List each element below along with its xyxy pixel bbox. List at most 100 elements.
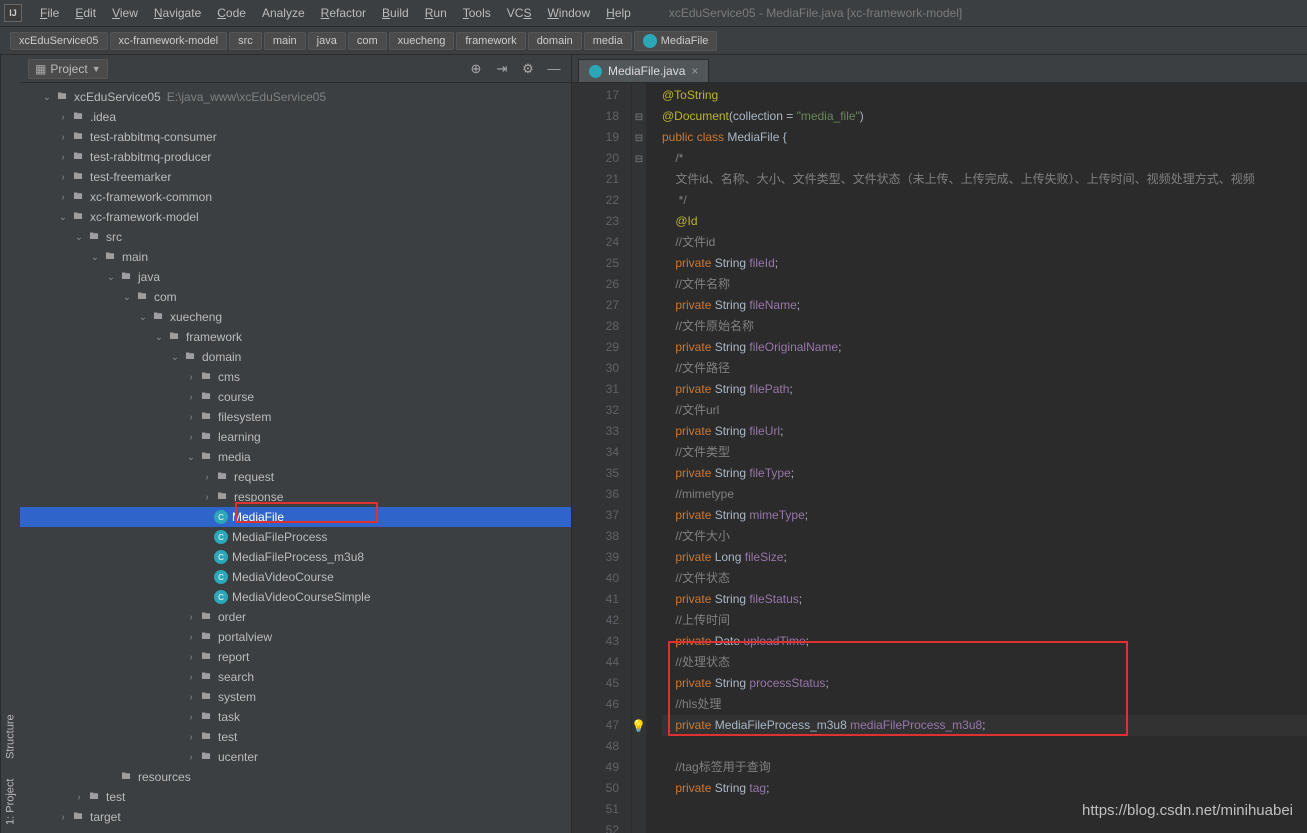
code-line[interactable]: /* — [662, 148, 1307, 169]
breadcrumb-item[interactable]: xcEduService05 — [10, 32, 108, 50]
menu-edit[interactable]: Edit — [67, 6, 104, 20]
bulb-icon[interactable]: 💡 — [631, 716, 646, 737]
code-line[interactable]: 文件id、名称、大小、文件类型、文件状态（未上传、上传完成、上传失败）、上传时间… — [662, 169, 1307, 190]
code-line[interactable] — [662, 736, 1307, 757]
breadcrumb-item[interactable]: xc-framework-model — [110, 32, 228, 50]
strip-structure[interactable]: Structure — [5, 714, 17, 759]
tree-item-resources[interactable]: 🖿resources — [20, 767, 571, 787]
menu-build[interactable]: Build — [374, 6, 417, 20]
code-editor[interactable]: 1718192021222324252627282930313233343536… — [572, 83, 1307, 833]
tree-item-xceduservice05[interactable]: ⌄🖿xcEduService05E:\java_www\xcEduService… — [20, 87, 571, 107]
code-line[interactable]: private String fileStatus; — [662, 589, 1307, 610]
code-line[interactable]: private Date uploadTime; — [662, 631, 1307, 652]
menu-navigate[interactable]: Navigate — [146, 6, 209, 20]
editor-content[interactable]: @ToString@Document(collection = "media_f… — [646, 83, 1307, 833]
menu-view[interactable]: View — [104, 6, 146, 20]
code-line[interactable]: //文件id — [662, 232, 1307, 253]
code-line[interactable]: //上传时间 — [662, 610, 1307, 631]
code-line[interactable]: private String filePath; — [662, 379, 1307, 400]
code-line[interactable]: private String fileId; — [662, 253, 1307, 274]
fold-icon[interactable]: ⊟ — [634, 128, 644, 138]
tree-item-test[interactable]: ›🖿test — [20, 727, 571, 747]
code-line[interactable]: //mimetype — [662, 484, 1307, 505]
menu-help[interactable]: Help — [598, 6, 639, 20]
breadcrumb-item[interactable]: src — [229, 32, 262, 50]
tree-item-ucenter[interactable]: ›🖿ucenter — [20, 747, 571, 767]
tree-item-order[interactable]: ›🖿order — [20, 607, 571, 627]
settings-icon[interactable]: ⚙ — [519, 60, 537, 78]
collapse-all-icon[interactable]: ⇥ — [493, 60, 511, 78]
code-line[interactable]: private String processStatus; — [662, 673, 1307, 694]
editor-tab-mediafile[interactable]: MediaFile.java × — [578, 59, 709, 82]
tree-item-report[interactable]: ›🖿report — [20, 647, 571, 667]
code-line[interactable]: @Id — [662, 211, 1307, 232]
tree-item-mediafileprocess[interactable]: CMediaFileProcess — [20, 527, 571, 547]
code-line[interactable]: private String fileName; — [662, 295, 1307, 316]
code-line[interactable]: private String mimeType; — [662, 505, 1307, 526]
tree-item-.idea[interactable]: ›🖿.idea — [20, 107, 571, 127]
tree-item-search[interactable]: ›🖿search — [20, 667, 571, 687]
tree-item-task[interactable]: ›🖿task — [20, 707, 571, 727]
breadcrumb-item[interactable]: domain — [528, 32, 582, 50]
code-line[interactable]: //文件类型 — [662, 442, 1307, 463]
tree-item-xuecheng[interactable]: ⌄🖿xuecheng — [20, 307, 571, 327]
tree-item-response[interactable]: ›🖿response — [20, 487, 571, 507]
code-line[interactable]: public class MediaFile { — [662, 127, 1307, 148]
code-line[interactable]: //文件路径 — [662, 358, 1307, 379]
tree-item-xc-framework-model[interactable]: ⌄🖿xc-framework-model — [20, 207, 571, 227]
tree-item-java[interactable]: ⌄🖿java — [20, 267, 571, 287]
code-line[interactable]: private Long fileSize; — [662, 547, 1307, 568]
menu-code[interactable]: Code — [209, 6, 254, 20]
code-line[interactable]: @Document(collection = "media_file") — [662, 106, 1307, 127]
code-line[interactable]: //文件大小 — [662, 526, 1307, 547]
breadcrumb-item[interactable]: xuecheng — [389, 32, 455, 50]
tree-item-mediavideocoursesimple[interactable]: CMediaVideoCourseSimple — [20, 587, 571, 607]
project-tree[interactable]: ⌄🖿xcEduService05E:\java_www\xcEduService… — [20, 83, 571, 833]
code-line[interactable]: //tag标签用于查询 — [662, 757, 1307, 778]
code-line[interactable] — [662, 820, 1307, 833]
tree-item-main[interactable]: ⌄🖿main — [20, 247, 571, 267]
code-line[interactable]: private String fileOriginalName; — [662, 337, 1307, 358]
fold-icon[interactable]: ⊟ — [634, 107, 644, 117]
tree-item-portalview[interactable]: ›🖿portalview — [20, 627, 571, 647]
breadcrumb-item[interactable]: framework — [456, 32, 525, 50]
tree-item-framework[interactable]: ⌄🖿framework — [20, 327, 571, 347]
menu-refactor[interactable]: Refactor — [313, 6, 374, 20]
tree-item-request[interactable]: ›🖿request — [20, 467, 571, 487]
menu-run[interactable]: Run — [417, 6, 455, 20]
tree-item-system[interactable]: ›🖿system — [20, 687, 571, 707]
fold-icon[interactable]: ⊟ — [634, 149, 644, 159]
breadcrumb-item[interactable]: media — [584, 32, 632, 50]
breadcrumb-item[interactable]: MediaFile — [634, 31, 718, 51]
menu-vcs[interactable]: VCS — [499, 6, 540, 20]
code-line[interactable]: //hls处理 — [662, 694, 1307, 715]
scroll-from-source-icon[interactable]: ⊕ — [467, 60, 485, 78]
code-line[interactable]: private String tag; — [662, 778, 1307, 799]
tree-item-cms[interactable]: ›🖿cms — [20, 367, 571, 387]
tree-item-mediavideocourse[interactable]: CMediaVideoCourse — [20, 567, 571, 587]
hide-icon[interactable]: — — [545, 60, 563, 78]
code-line[interactable]: private MediaFileProcess_m3u8 mediaFileP… — [662, 715, 1307, 736]
breadcrumb-item[interactable]: main — [264, 32, 306, 50]
code-line[interactable]: //文件url — [662, 400, 1307, 421]
code-line[interactable]: private String fileType; — [662, 463, 1307, 484]
menu-analyze[interactable]: Analyze — [254, 6, 313, 20]
menu-tools[interactable]: Tools — [455, 6, 499, 20]
tree-item-test-rabbitmq-consumer[interactable]: ›🖿test-rabbitmq-consumer — [20, 127, 571, 147]
code-line[interactable]: //文件名称 — [662, 274, 1307, 295]
tree-item-test-freemarker[interactable]: ›🖿test-freemarker — [20, 167, 571, 187]
breadcrumb-item[interactable]: java — [308, 32, 346, 50]
strip-project[interactable]: 1: Project — [5, 779, 17, 825]
code-line[interactable]: private String fileUrl; — [662, 421, 1307, 442]
close-tab-icon[interactable]: × — [691, 64, 698, 78]
code-line[interactable]: @ToString — [662, 85, 1307, 106]
code-line[interactable]: //文件状态 — [662, 568, 1307, 589]
tree-item-target[interactable]: ›🖿target — [20, 807, 571, 827]
tree-item-media[interactable]: ⌄🖿media — [20, 447, 571, 467]
menu-file[interactable]: File — [32, 6, 67, 20]
tree-item-test-rabbitmq-producer[interactable]: ›🖿test-rabbitmq-producer — [20, 147, 571, 167]
tree-item-mediafileprocess_m3u8[interactable]: CMediaFileProcess_m3u8 — [20, 547, 571, 567]
tree-item-test[interactable]: ›🖿test — [20, 787, 571, 807]
tree-item-course[interactable]: ›🖿course — [20, 387, 571, 407]
breadcrumb-item[interactable]: com — [348, 32, 387, 50]
